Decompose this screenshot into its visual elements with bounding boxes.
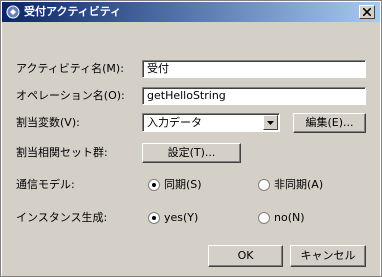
ok-button-label: OK <box>237 249 254 262</box>
ok-button[interactable]: OK <box>208 245 283 267</box>
title-bar: 受付アクティビティ <box>2 2 380 22</box>
edit-button-label: 編集(E)... <box>305 116 354 129</box>
radio-no[interactable]: no(N) <box>258 211 338 225</box>
settings-button-label: 設定(T)... <box>167 146 216 159</box>
cancel-button[interactable]: キャンセル <box>290 245 366 267</box>
radio-async[interactable]: 非同期(A) <box>258 178 348 192</box>
activity-name-field[interactable]: 受付 <box>142 60 366 78</box>
radio-unchecked-icon <box>258 212 270 224</box>
radio-unchecked-icon <box>258 179 270 191</box>
radio-yes-label: yes(Y) <box>164 211 199 224</box>
radio-sync-label: 同期(S) <box>164 178 202 191</box>
close-button[interactable] <box>359 5 375 19</box>
chevron-down-icon <box>267 121 274 125</box>
radio-sync[interactable]: 同期(S) <box>148 178 228 192</box>
settings-button[interactable]: 設定(T)... <box>142 143 241 163</box>
edit-button[interactable]: 編集(E)... <box>293 113 366 133</box>
dialog-window: 受付アクティビティ アクティビティ名(M): 受付 オペレーション名(O): g… <box>0 0 382 277</box>
radio-async-label: 非同期(A) <box>274 178 324 191</box>
communication-model-label: 通信モデル: <box>16 178 75 191</box>
assign-variable-label: 割当変数(V): <box>16 116 80 129</box>
operation-name-label: オペレーション名(O): <box>16 89 125 102</box>
operation-name-field[interactable]: getHelloString <box>142 87 366 105</box>
radio-yes[interactable]: yes(Y) <box>148 211 228 225</box>
instance-creation-label: インスタンス生成: <box>16 211 108 224</box>
radio-checked-icon <box>148 179 160 191</box>
app-icon <box>6 5 20 19</box>
cancel-button-label: キャンセル <box>300 249 356 262</box>
activity-name-label: アクティビティ名(M): <box>16 62 124 75</box>
assign-variable-value: 入力データ <box>147 116 202 129</box>
correlation-set-label: 割当相関セット群: <box>16 146 108 159</box>
dialog-body: アクティビティ名(M): 受付 オペレーション名(O): getHelloStr… <box>2 22 380 276</box>
window-title: 受付アクティビティ <box>24 5 122 18</box>
radio-no-label: no(N) <box>274 211 305 224</box>
radio-checked-icon <box>148 212 160 224</box>
close-icon <box>363 8 371 16</box>
dropdown-arrow-button[interactable] <box>263 115 278 130</box>
assign-variable-select[interactable]: 入力データ <box>142 113 280 132</box>
